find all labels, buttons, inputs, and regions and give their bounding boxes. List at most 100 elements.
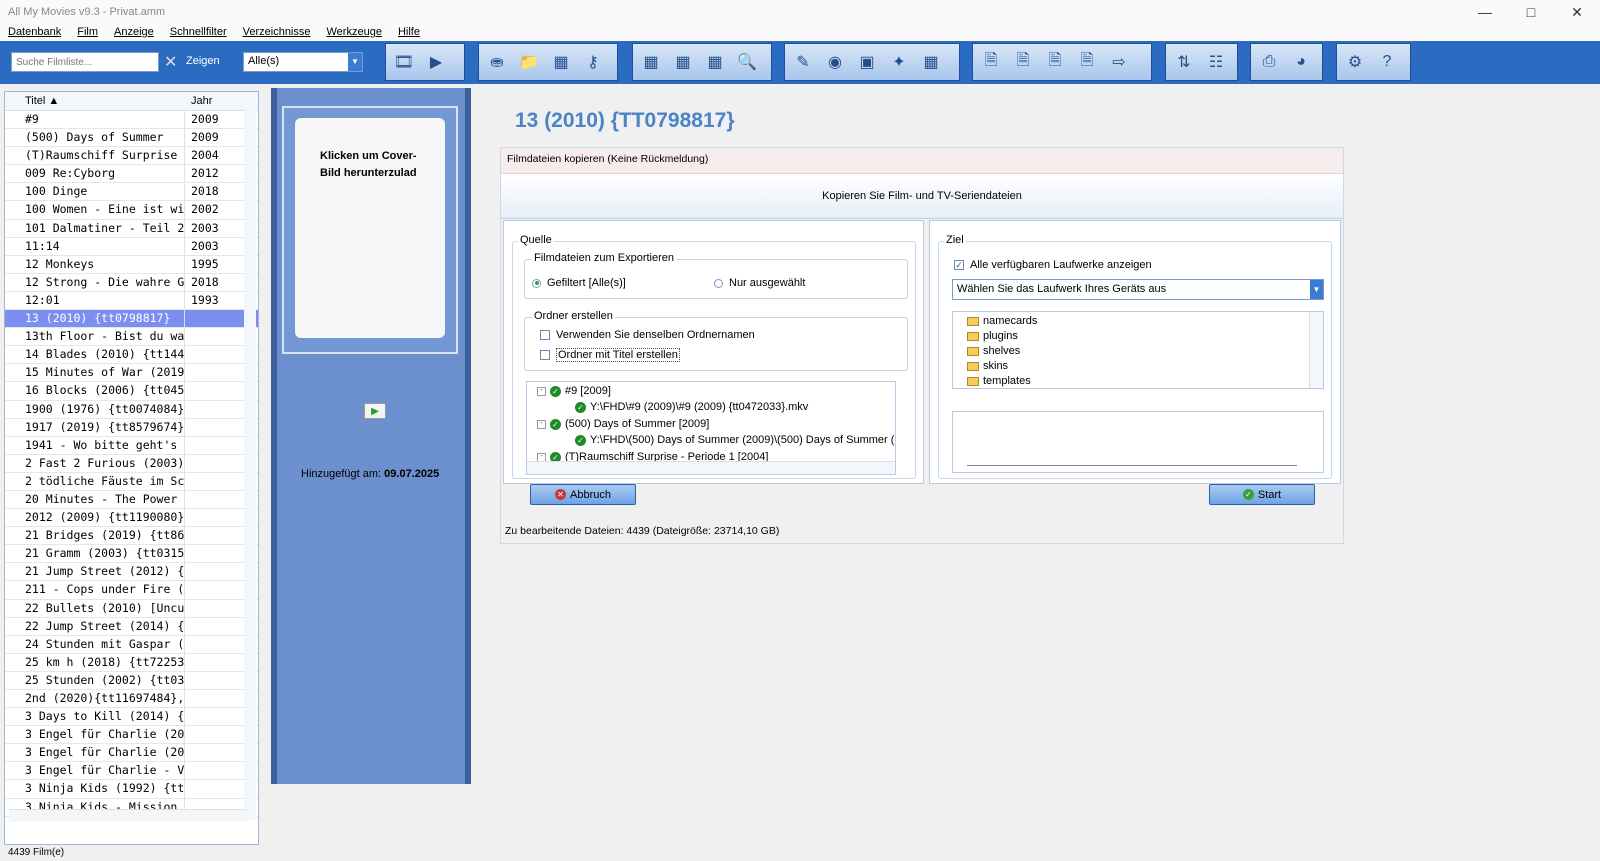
column-header-year[interactable]: Jahr bbox=[185, 92, 212, 110]
checkbox-all-drives[interactable]: ✓ bbox=[954, 260, 964, 270]
folder-item[interactable]: skins bbox=[967, 360, 1008, 372]
table-row[interactable]: 101 Dalmatiner - Teil 2: A... 2003 bbox=[5, 219, 258, 238]
play-icon[interactable]: ▶ bbox=[422, 48, 450, 76]
table-row[interactable]: 3 Ninja Kids (1992) {tt01... bbox=[5, 780, 258, 799]
source-file-tree[interactable]: - ✓ #9 [2009] ✓ Y:\FHD\#9 (2009)\#9 (200… bbox=[526, 381, 896, 475]
table-row[interactable]: 12 Monkeys 1995 bbox=[5, 255, 258, 274]
table-row[interactable]: 009 Re:Cyborg 2012 bbox=[5, 165, 258, 184]
help-icon[interactable]: ? bbox=[1373, 48, 1401, 76]
film-db-icon[interactable]: ▦ bbox=[701, 48, 729, 76]
collapse-icon[interactable]: - bbox=[537, 386, 546, 396]
table-row[interactable]: 21 Jump Street (2012) {6... bbox=[5, 563, 258, 582]
maximize-icon[interactable]: □ bbox=[1508, 0, 1554, 24]
checkbox-title-folder[interactable] bbox=[540, 350, 550, 360]
table-row[interactable]: 3 Engel für Charlie (2000)... bbox=[5, 726, 258, 745]
print-icon[interactable]: ⎙ bbox=[1255, 48, 1283, 76]
table-row[interactable]: 15 Minutes of War (2019)... bbox=[5, 364, 258, 383]
close-icon[interactable]: ✕ bbox=[1554, 0, 1600, 24]
menu-hilfe[interactable]: Hilfe bbox=[390, 24, 428, 41]
settings-icon[interactable]: ⚙ bbox=[1341, 48, 1369, 76]
minimize-icon[interactable]: — bbox=[1462, 0, 1508, 24]
wand-icon[interactable]: ✦ bbox=[885, 48, 913, 76]
excel-export-icon[interactable]: 🗎 bbox=[1041, 48, 1069, 76]
menu-verzeichnisse[interactable]: Verzeichnisse bbox=[235, 24, 319, 41]
table-row[interactable]: 13th Floor - Bist du was ... bbox=[5, 328, 258, 347]
vertical-scrollbar[interactable] bbox=[244, 110, 256, 820]
network-icon[interactable]: ▦ bbox=[547, 48, 575, 76]
table-row[interactable]: 25 km h (2018) {tt72253... bbox=[5, 653, 258, 672]
table-row[interactable]: 16 Blocks (2006) {tt0450... bbox=[5, 382, 258, 401]
table-row[interactable]: 1917 (2019) {tt8579674} bbox=[5, 418, 258, 437]
radio-filtered[interactable] bbox=[532, 278, 541, 288]
filter-select[interactable]: Alle(s) ▼ bbox=[243, 52, 363, 72]
play-trailer-button[interactable]: ▶ bbox=[364, 403, 386, 419]
table-row[interactable]: 25 Stunden (2002) {tt03... bbox=[5, 671, 258, 690]
table-row[interactable]: 21 Bridges (2019) {tt868... bbox=[5, 527, 258, 546]
pdf-export-icon[interactable]: 🗎 bbox=[1073, 48, 1101, 76]
title-folder-option[interactable]: Ordner mit Titel erstellen bbox=[540, 348, 680, 362]
cancel-button[interactable]: ✕ Abbruch bbox=[530, 484, 636, 505]
menu-anzeige[interactable]: Anzeige bbox=[106, 24, 162, 41]
film-remove-icon[interactable]: ▦ bbox=[917, 48, 945, 76]
edit-icon[interactable]: ✎ bbox=[789, 48, 817, 76]
checkbox-same-folder[interactable] bbox=[540, 330, 550, 340]
table-row[interactable]: #9 2009 bbox=[5, 111, 258, 130]
table-row[interactable]: 100 Women - Eine ist wie... 2002 bbox=[5, 201, 258, 220]
target-folder-tree[interactable]: namecards plugins shelves skins templates bbox=[952, 311, 1324, 389]
table-row[interactable]: 1900 (1976) {tt0074084} bbox=[5, 400, 258, 419]
import-icon[interactable]: ⇨ bbox=[1105, 48, 1133, 76]
clear-search-icon[interactable]: ✕ bbox=[164, 52, 177, 72]
html-export-icon[interactable]: 🗎 bbox=[977, 48, 1005, 76]
table-row[interactable]: (500) Days of Summer 2009 bbox=[5, 129, 258, 148]
cover-image-placeholder[interactable]: Klicken um Cover-Bild herunterzulad bbox=[295, 118, 445, 338]
table-row[interactable]: 22 Jump Street (2014) {1... bbox=[5, 617, 258, 636]
menu-werkzeuge[interactable]: Werkzeuge bbox=[319, 24, 390, 41]
table-row[interactable]: 12:01 1993 bbox=[5, 291, 258, 311]
folder-tree-scrollbar[interactable] bbox=[1309, 312, 1323, 388]
folder-item[interactable]: namecards bbox=[967, 315, 1037, 327]
table-row[interactable]: 3 Engel für Charlie - Volle... bbox=[5, 762, 258, 781]
start-button[interactable]: ✓ Start bbox=[1209, 484, 1315, 505]
option-selected-only[interactable]: Nur ausgewählt bbox=[714, 277, 805, 289]
tree-node-movie[interactable]: - ✓ #9 [2009] bbox=[537, 385, 611, 397]
folder-icon[interactable]: 📁 bbox=[515, 48, 543, 76]
collapse-icon[interactable]: - bbox=[537, 419, 546, 429]
tree-horizontal-scrollbar[interactable] bbox=[527, 461, 895, 474]
table-row[interactable]: 2nd (2020){tt11697484},... bbox=[5, 690, 258, 709]
chart-icon[interactable]: ◕ bbox=[1287, 48, 1315, 76]
table-row[interactable]: (T)Raumschiff Surprise - ... 2004 bbox=[5, 147, 258, 166]
search-input[interactable] bbox=[11, 52, 159, 72]
radio-selected-only[interactable] bbox=[714, 278, 723, 288]
folder-item[interactable]: shelves bbox=[967, 345, 1020, 357]
horizontal-scrollbar[interactable] bbox=[9, 809, 246, 822]
tree-node-file[interactable]: ✓ Y:\FHD\#9 (2009)\#9 (2009) {tt0472033}… bbox=[575, 401, 808, 413]
table-row[interactable]: 2012 (2009) {tt1190080} bbox=[5, 509, 258, 528]
option-filtered[interactable]: Gefiltert [Alle(s)] bbox=[532, 277, 626, 289]
sort-icon[interactable]: ⇅ bbox=[1170, 48, 1198, 76]
table-row[interactable]: 21 Gramm (2003) {tt0315... bbox=[5, 545, 258, 564]
tree-icon[interactable]: ☷ bbox=[1202, 48, 1230, 76]
image-add-icon[interactable]: ▣ bbox=[853, 48, 881, 76]
camera-icon[interactable]: ◉ bbox=[821, 48, 849, 76]
film-search-icon[interactable]: 🔍 bbox=[733, 48, 761, 76]
table-row[interactable]: 211 - Cops under Fire (20... bbox=[5, 581, 258, 600]
cover-image-box[interactable]: Klicken um Cover-Bild herunterzulad bbox=[282, 106, 458, 354]
all-drives-option[interactable]: ✓ Alle verfügbaren Laufwerke anzeigen bbox=[954, 259, 1152, 271]
table-row[interactable]: 22 Bullets (2010) [Uncut]... bbox=[5, 599, 258, 618]
tree-node-file[interactable]: ✓ Y:\FHD\(500) Days of Summer (2009)\(50… bbox=[575, 434, 894, 446]
table-row[interactable]: 2 tödliche Fäuste im Scha... bbox=[5, 472, 258, 491]
drive-select[interactable]: Wählen Sie das Laufwerk Ihres Geräts aus… bbox=[952, 279, 1324, 300]
menu-datenbank[interactable]: Datenbank bbox=[0, 24, 69, 41]
table-row[interactable]: 1941 - Wo bitte geht's na... bbox=[5, 436, 258, 455]
menu-schnellfilter[interactable]: Schnellfilter bbox=[162, 24, 235, 41]
same-folder-option[interactable]: Verwenden Sie denselben Ordnernamen bbox=[540, 329, 755, 341]
table-row[interactable]: 11:14 2003 bbox=[5, 237, 258, 256]
table-row[interactable]: 24 Stunden mit Gaspar (2... bbox=[5, 635, 258, 654]
table-row[interactable]: 20 Minutes - The Power o... bbox=[5, 490, 258, 510]
table-row[interactable]: 2 Fast 2 Furious (2003){t... bbox=[5, 454, 258, 473]
film-icon[interactable]: 🎞 bbox=[390, 48, 418, 76]
database-add-icon[interactable]: ⛂ bbox=[483, 48, 511, 76]
table-row[interactable]: 14 Blades (2010) {tt1442... bbox=[5, 346, 258, 365]
tree-node-movie[interactable]: - ✓ (500) Days of Summer [2009] bbox=[537, 418, 709, 430]
column-header-title[interactable]: Titel ▲ bbox=[5, 92, 185, 110]
